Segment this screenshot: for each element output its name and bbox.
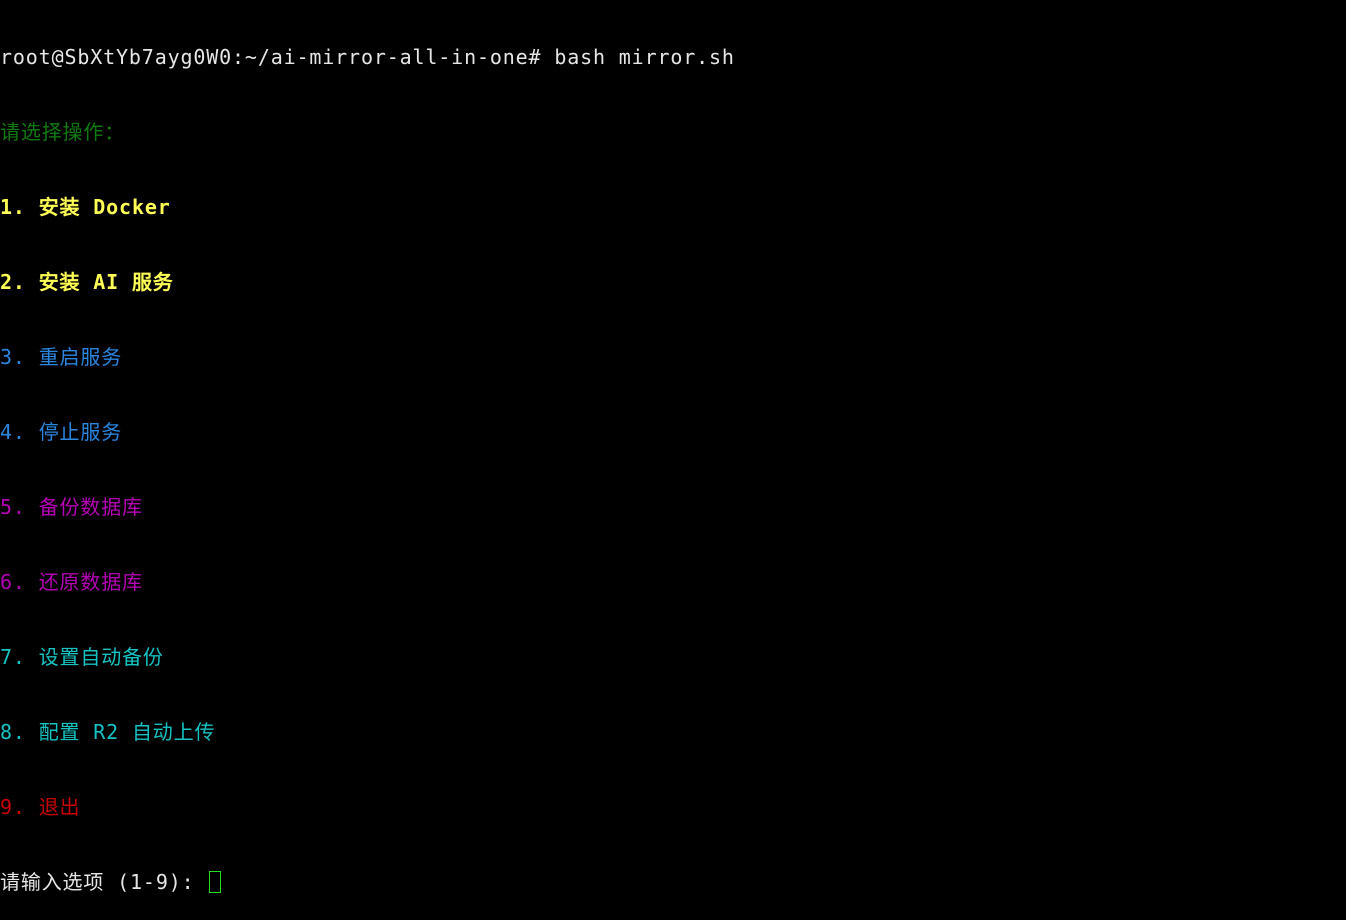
input-line[interactable]: 请输入选项 (1-9): — [0, 870, 735, 895]
shell-prompt: root@SbXtYb7ayg0W0:~/ai-mirror-all-in-on… — [0, 45, 555, 69]
menu-option-8: 8. 配置 R2 自动上传 — [0, 720, 735, 745]
option-label: 停止服务 — [38, 420, 123, 444]
option-number: 8. — [0, 720, 39, 744]
menu-option-9: 9. 退出 — [0, 795, 735, 820]
menu-title: 请选择操作： — [0, 120, 126, 144]
menu-option-4: 4. 停止服务 — [0, 420, 735, 445]
terminal-output[interactable]: root@SbXtYb7ayg0W0:~/ai-mirror-all-in-on… — [0, 0, 735, 920]
option-number: 2. — [0, 270, 39, 294]
option-label: 备份数据库 — [38, 495, 143, 519]
menu-option-1: 1. 安装 Docker — [0, 195, 735, 220]
cursor — [209, 871, 222, 893]
option-number: 9. — [0, 795, 39, 819]
menu-option-3: 3. 重启服务 — [0, 345, 735, 370]
menu-option-2: 2. 安装 AI 服务 — [0, 270, 735, 295]
option-number: 5. — [0, 495, 39, 519]
option-label: 还原数据库 — [38, 570, 143, 594]
option-label: 退出 — [38, 795, 81, 819]
option-number: 6. — [0, 570, 39, 594]
input-prompt: 请输入选项 (1-9): — [0, 870, 208, 894]
option-number: 7. — [0, 645, 39, 669]
command-text: bash mirror.sh — [554, 45, 735, 69]
menu-option-5: 5. 备份数据库 — [0, 495, 735, 520]
option-label: 安装 AI 服务 — [38, 270, 174, 294]
option-label: 配置 R2 自动上传 — [38, 720, 216, 744]
option-number: 4. — [0, 420, 39, 444]
option-label: 设置自动备份 — [38, 645, 164, 669]
menu-option-6: 6. 还原数据库 — [0, 570, 735, 595]
option-number: 1. — [0, 195, 39, 219]
command-line: root@SbXtYb7ayg0W0:~/ai-mirror-all-in-on… — [0, 45, 735, 70]
option-label: 重启服务 — [38, 345, 123, 369]
menu-option-7: 7. 设置自动备份 — [0, 645, 735, 670]
option-number: 3. — [0, 345, 39, 369]
option-label: 安装 Docker — [38, 195, 171, 219]
